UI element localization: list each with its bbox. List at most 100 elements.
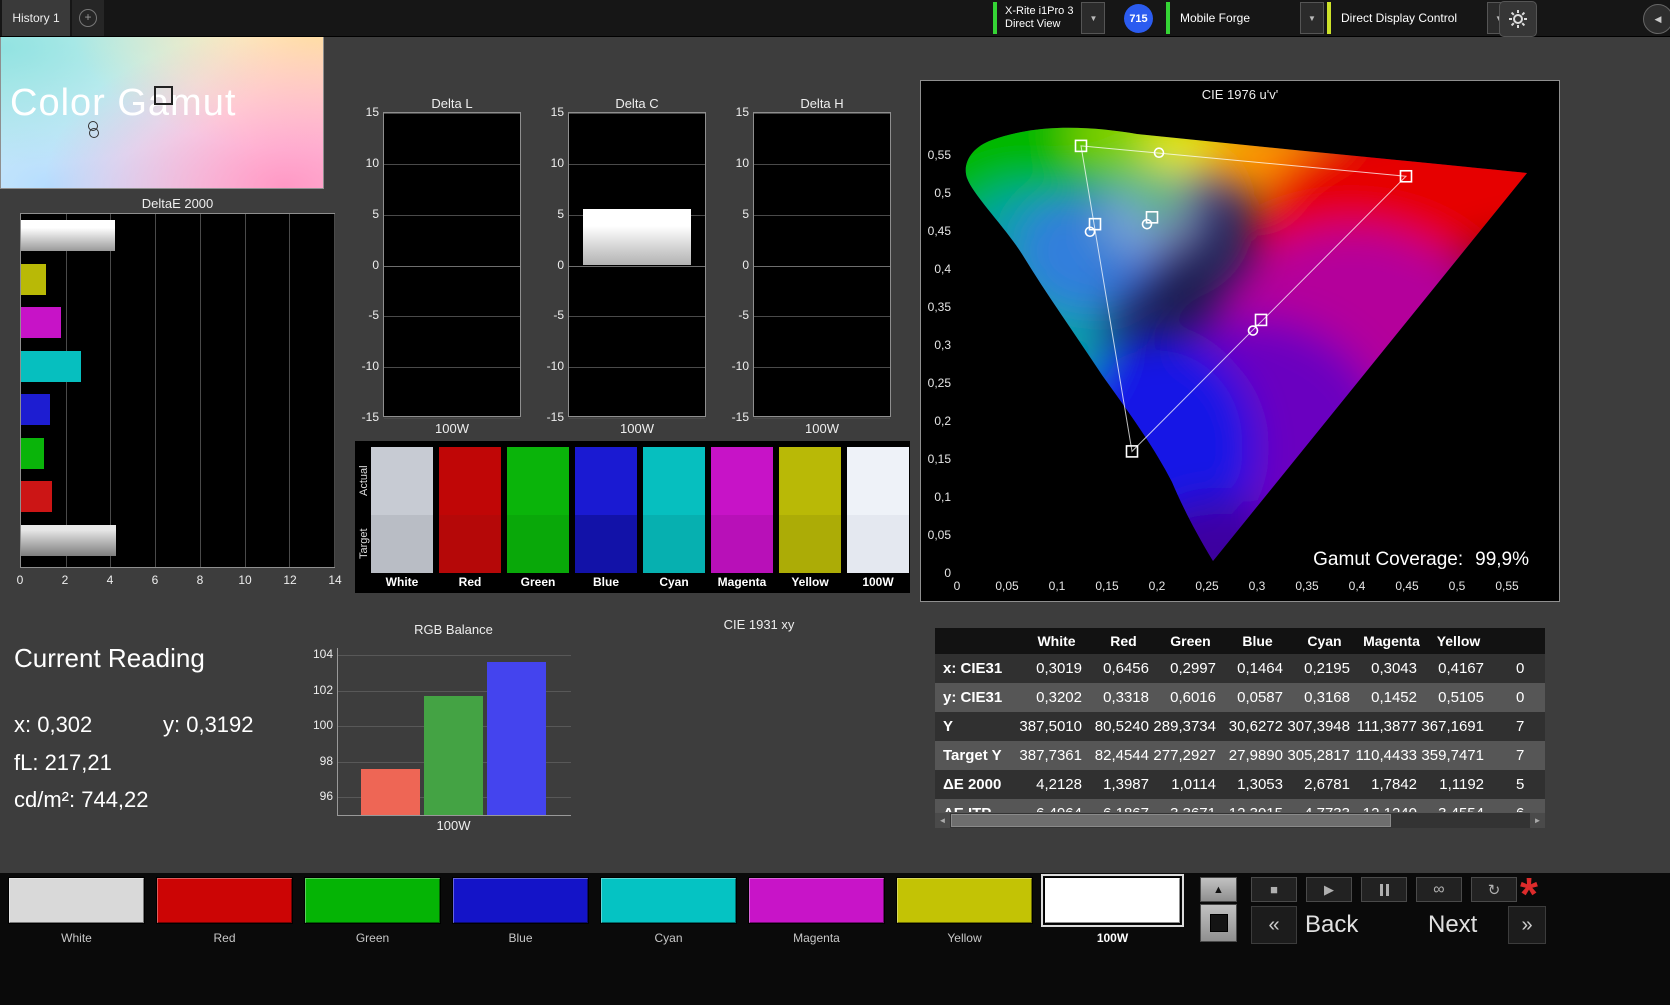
measurement-count-badge[interactable]: 715 xyxy=(1124,4,1153,33)
svg-text:0,4: 0,4 xyxy=(934,262,951,276)
svg-text:0,15: 0,15 xyxy=(928,452,952,466)
patch-yellow[interactable]: Yellow xyxy=(896,877,1033,945)
window-button[interactable] xyxy=(1200,904,1237,942)
svg-text:0,25: 0,25 xyxy=(1195,579,1219,593)
deltae-chart-title: DeltaE 2000 xyxy=(20,196,335,211)
svg-text:0,1: 0,1 xyxy=(934,490,951,504)
source-name: Mobile Forge xyxy=(1170,2,1300,34)
svg-text:0,2: 0,2 xyxy=(1149,579,1166,593)
display-control-selector[interactable]: Direct Display Control ▼ xyxy=(1327,2,1511,34)
svg-text:0,4: 0,4 xyxy=(1349,579,1366,593)
gear-icon xyxy=(1508,9,1528,29)
rgb-balance-chart: RGB Balance 1041021009896 100W xyxy=(303,622,583,834)
svg-text:0,55: 0,55 xyxy=(1495,579,1519,593)
swatch-yellow: Yellow xyxy=(779,447,841,591)
patch-cyan[interactable]: Cyan xyxy=(600,877,737,945)
scroll-left-arrow[interactable]: ◄ xyxy=(935,813,950,828)
table-row: ΔE 20004,21281,39871,01141,30532,67811,7… xyxy=(935,770,1545,799)
table-row: y: CIE310,32020,33180,60160,05870,31680,… xyxy=(935,683,1545,712)
test-patch-row: WhiteRedGreenBlueCyanMagentaYellow100W xyxy=(8,877,1181,945)
chevron-down-icon[interactable]: ▼ xyxy=(1300,2,1324,34)
plus-icon: + xyxy=(79,9,97,27)
collapse-panel-button[interactable]: ◀ xyxy=(1643,4,1670,34)
chevron-down-icon[interactable]: ▼ xyxy=(1081,2,1105,34)
current-reading-title: Current Reading xyxy=(14,643,205,674)
scroll-right-arrow[interactable]: ► xyxy=(1530,813,1545,828)
patch-red[interactable]: Red xyxy=(156,877,293,945)
actual-row-label: Actual xyxy=(358,447,370,515)
svg-text:0,55: 0,55 xyxy=(928,148,952,162)
meter-selector[interactable]: X-Rite i1Pro 3 Direct View ▼ xyxy=(993,2,1105,34)
settings-button[interactable] xyxy=(1499,1,1537,37)
rgb-bar-red xyxy=(361,769,420,815)
xy-measured-marker xyxy=(89,128,99,138)
up-arrow-icon: ▲ xyxy=(1213,884,1224,896)
up-arrow-button[interactable]: ▲ xyxy=(1200,877,1237,902)
target-row-label: Target xyxy=(358,515,370,573)
scrollbar-thumb[interactable] xyxy=(951,814,1391,827)
patch-blue[interactable]: Blue xyxy=(452,877,589,945)
rgb-balance-x-label: 100W xyxy=(337,818,570,833)
stop-icon: ■ xyxy=(1270,882,1278,897)
deltae-bar-red xyxy=(21,481,52,512)
page-title: Color Gamut xyxy=(10,82,236,125)
reading-fl: fL: 217,21 xyxy=(14,750,112,776)
top-bar: History 1 + X-Rite i1Pro 3 Direct View ▼… xyxy=(0,0,1670,37)
delta-bar xyxy=(583,209,691,266)
infinity-icon: ∞ xyxy=(1433,881,1444,899)
add-tab-button[interactable]: + xyxy=(72,0,104,36)
table-scrollbar[interactable]: ◄ ► xyxy=(935,812,1545,828)
svg-text:0,45: 0,45 xyxy=(1395,579,1419,593)
deltae-2000-chart xyxy=(20,213,335,568)
gamut-coverage-value: 99,9% xyxy=(1475,549,1529,570)
svg-text:0,45: 0,45 xyxy=(928,224,952,238)
svg-text:0,05: 0,05 xyxy=(995,579,1019,593)
svg-text:0,05: 0,05 xyxy=(928,528,952,542)
deltae-bar-white xyxy=(21,220,115,251)
pause-button[interactable] xyxy=(1361,877,1407,902)
deltae-bar-magenta xyxy=(21,307,61,338)
refresh-button[interactable]: ↻ xyxy=(1471,877,1517,902)
swatch-white: White xyxy=(371,447,433,591)
back-button[interactable]: Back xyxy=(1305,906,1358,944)
app-root: History 1 + X-Rite i1Pro 3 Direct View ▼… xyxy=(0,0,1670,1005)
delta-lch-charts: Delta L151050-5-10-15100WDelta C151050-5… xyxy=(355,96,900,436)
pause-icon xyxy=(1378,884,1391,896)
bottom-bar: WhiteRedGreenBlueCyanMagentaYellow100W ▲… xyxy=(0,873,1670,1005)
patch-white[interactable]: White xyxy=(8,877,145,945)
tab-history-1[interactable]: History 1 xyxy=(2,0,70,36)
rgb-balance-title: RGB Balance xyxy=(337,622,570,637)
play-button[interactable]: ▶ xyxy=(1306,877,1352,902)
color-swatch-strip: Actual Target WhiteRedGreenBlueCyanMagen… xyxy=(355,441,910,593)
patch-green[interactable]: Green xyxy=(304,877,441,945)
swatch-100w: 100W xyxy=(847,447,909,591)
swatch-green: Green xyxy=(507,447,569,591)
collapse-left-icon: ◀ xyxy=(1655,14,1662,25)
continuous-loop-button[interactable]: ∞ xyxy=(1416,877,1462,902)
svg-text:0,15: 0,15 xyxy=(1095,579,1119,593)
deltae-bar-blue xyxy=(21,394,50,425)
table-row: x: CIE310,30190,64560,29970,14640,21950,… xyxy=(935,654,1545,683)
next-button[interactable]: Next xyxy=(1428,906,1477,944)
cie-1976-diagram: CIE 1976 u'v' xyxy=(920,80,1560,602)
svg-text:0,1: 0,1 xyxy=(1049,579,1066,593)
patch-magenta[interactable]: Magenta xyxy=(748,877,885,945)
swatch-magenta: Magenta xyxy=(711,447,773,591)
back-arrow-button[interactable]: « xyxy=(1251,906,1297,944)
svg-text:0: 0 xyxy=(944,566,951,580)
source-selector[interactable]: Mobile Forge ▼ xyxy=(1166,2,1324,34)
calman-asterisk-icon: * xyxy=(1520,869,1538,919)
svg-text:0,5: 0,5 xyxy=(1449,579,1466,593)
svg-text:0,5: 0,5 xyxy=(934,186,951,200)
swatch-red: Red xyxy=(439,447,501,591)
patch-100w[interactable]: 100W xyxy=(1044,877,1181,945)
measurement-table: WhiteRedGreenBlueCyanMagentaYellowx: CIE… xyxy=(935,628,1545,828)
deltae-bar-green xyxy=(21,438,44,469)
stop-button[interactable]: ■ xyxy=(1251,877,1297,902)
cie-1976-title: CIE 1976 u'v' xyxy=(921,87,1559,102)
play-icon: ▶ xyxy=(1324,882,1334,898)
square-icon xyxy=(1210,914,1228,932)
deltae-x-axis: 02468101214 xyxy=(20,573,335,589)
rgb-bar-green xyxy=(424,696,483,815)
reading-y: y: 0,3192 xyxy=(163,712,254,738)
